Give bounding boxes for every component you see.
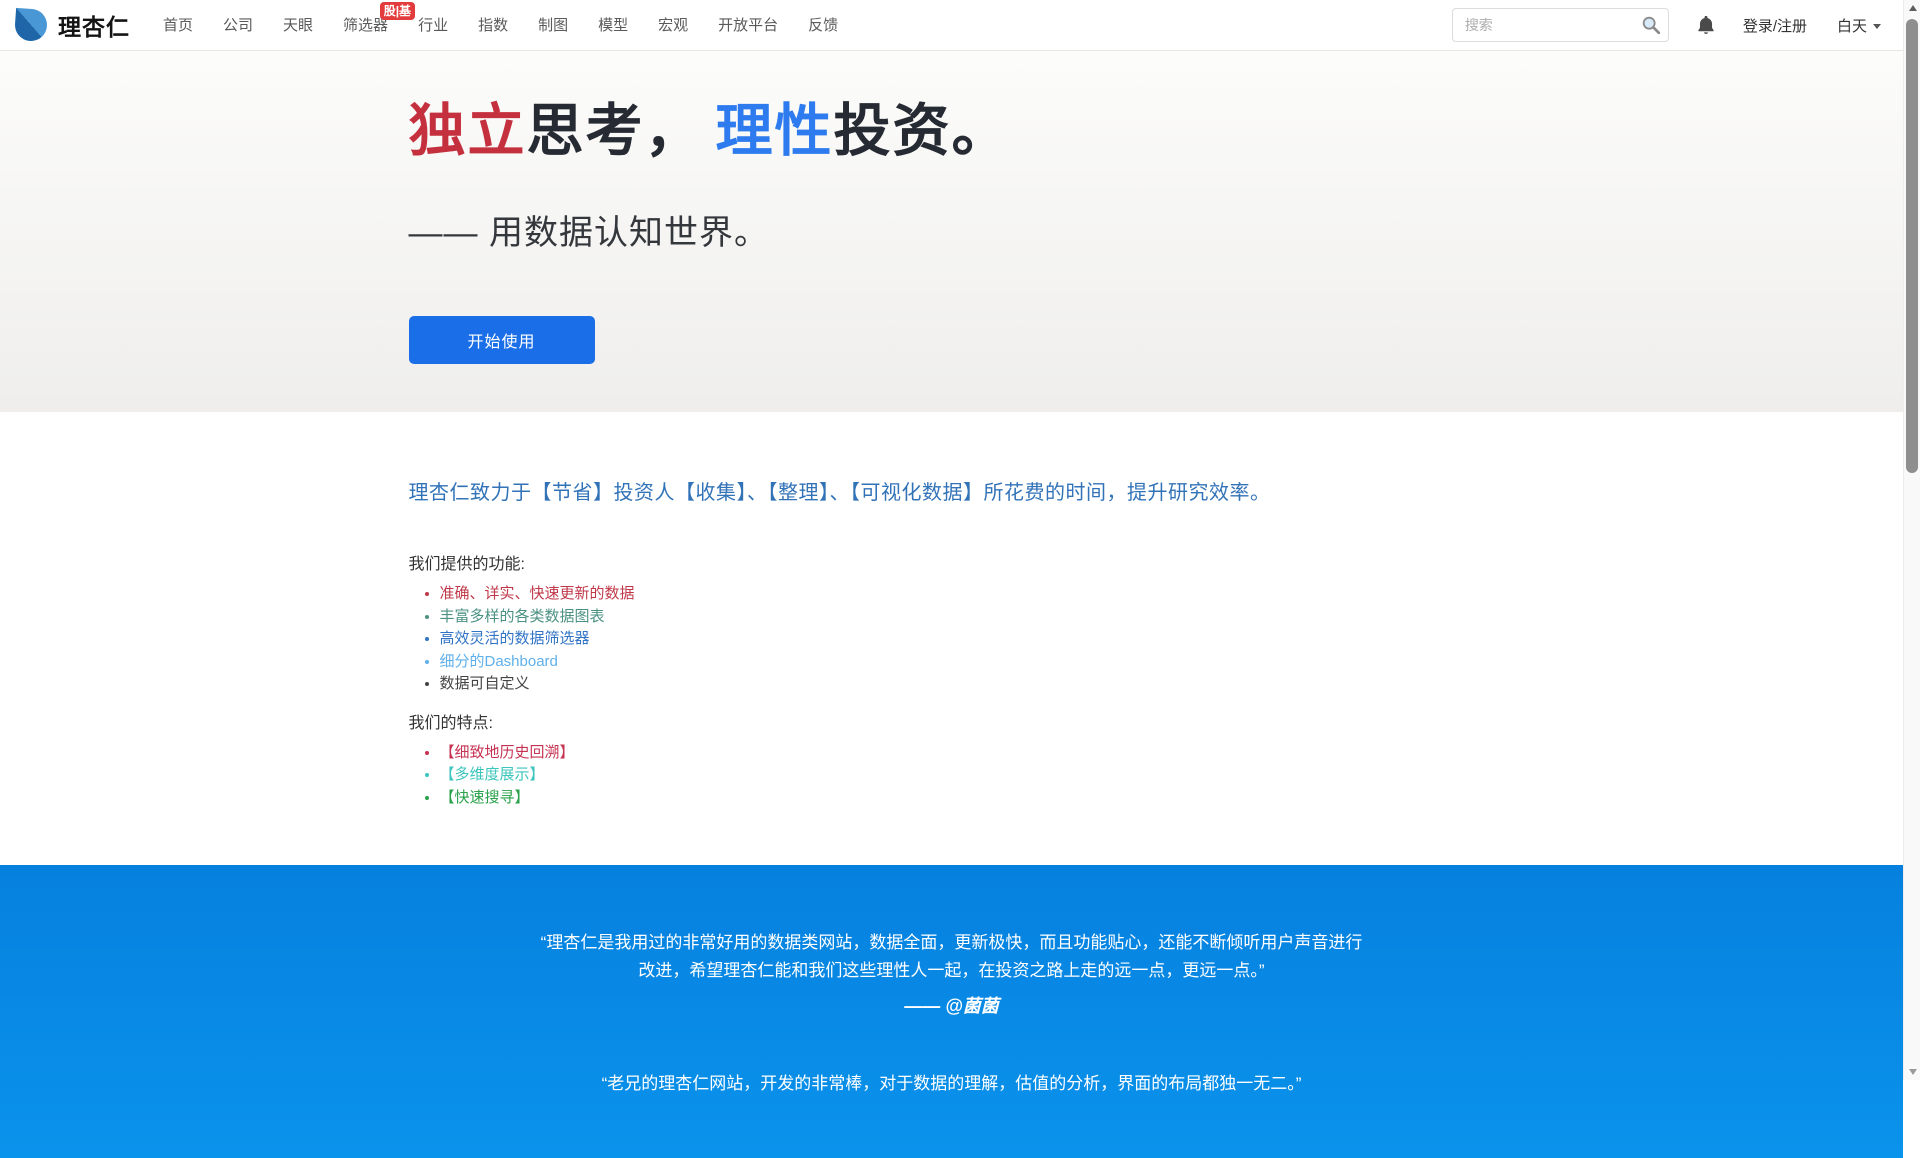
hero-section: 独立思考，理性投资。 —— 用数据认知世界。 开始使用 [0,51,1903,412]
intro-section: 理杏仁致力于【节省】投资人【收集】、【整理】、【可视化数据】所花费的时间，提升研… [0,412,1903,865]
nav-item[interactable]: 制图 [523,0,583,51]
hero-title-invest: 投资。 [834,99,1011,163]
search-box [1452,8,1669,42]
nav-item-label: 天眼 [283,17,313,34]
page: 理杏仁 首页 公司 天眼 股|基筛选器 行业 指数 制图 [0,0,1903,1158]
feature-item: 细分的Dashboard [440,651,1495,674]
testimonial-1-text: “理杏仁是我用过的非常好用的数据类网站，数据全面，更新极快，而且功能贴心，还能不… [541,929,1363,985]
search-input[interactable] [1452,8,1669,42]
feature-item: 高效灵活的数据筛选器 [440,628,1495,651]
theme-label: 白天 [1837,15,1867,36]
hero-title-think: 思考， [527,99,704,163]
nav-right: 登录/注册 白天 [1452,8,1893,42]
traits-heading: 我们的特点: [409,709,1495,733]
features-heading: 我们提供的功能: [409,550,1495,574]
feature-item: 数据可自定义 [440,673,1495,696]
intro-lead: 理杏仁致力于【节省】投资人【收集】、【整理】、【可视化数据】所花费的时间，提升研… [409,476,1495,505]
logo-leaf-icon [14,8,48,42]
hero-title-rational: 理性 [716,100,834,163]
nav-item-label: 模型 [598,17,628,34]
nav-item[interactable]: 行业 [403,0,463,51]
nav-item[interactable]: 天眼 [268,0,328,51]
get-started-button[interactable]: 开始使用 [409,316,595,364]
testimonial-1-author: —— @菌菌 [541,992,1363,1020]
nav-item[interactable]: 首页 [148,0,208,51]
nav-item[interactable]: 公司 [208,0,268,51]
search-icon[interactable] [1640,14,1662,36]
feature-item: 丰富多样的各类数据图表 [440,606,1495,629]
testimonial-2-text: “老兄的理杏仁网站，开发的非常棒，对于数据的理解，估值的分析，界面的布局都独一无… [541,1070,1363,1098]
features-list: 准确、详实、快速更新的数据 丰富多样的各类数据图表 高效灵活的数据筛选器 细分的… [409,583,1495,696]
scrollbar[interactable] [1903,0,1920,1080]
main-menu: 首页 公司 天眼 股|基筛选器 行业 指数 制图 模型 宏观 [148,0,853,50]
scrollbar-thumb[interactable] [1906,19,1918,473]
scrollbar-down-arrow[interactable] [1904,1063,1920,1080]
trait-item: 【快速搜寻】 [440,787,1495,810]
chevron-down-icon [1873,24,1881,29]
nav-item[interactable]: 股|基筛选器 [328,0,403,51]
hero-title: 独立思考，理性投资。 [409,51,1495,165]
nav-item[interactable]: 宏观 [643,0,703,51]
login-register-link[interactable]: 登录/注册 [1743,15,1807,36]
nav-item-label: 指数 [478,17,508,34]
testimonials-section: “理杏仁是我用过的非常好用的数据类网站，数据全面，更新极快，而且功能贴心，还能不… [0,865,1903,1158]
hero-subtitle: —— 用数据认知世界。 [409,205,1495,254]
testimonial-2: “老兄的理杏仁网站，开发的非常棒，对于数据的理解，估值的分析，界面的布局都独一无… [541,1070,1363,1098]
nav-item-label: 宏观 [658,17,688,34]
traits-list: 【细致地历史回溯】 【多维度展示】 【快速搜寻】 [409,742,1495,810]
nav-item[interactable]: 反馈 [793,0,853,51]
notifications-bell-icon[interactable] [1695,14,1717,36]
nav-left: 理杏仁 首页 公司 天眼 股|基筛选器 行业 指数 制图 [15,0,853,50]
trait-item: 【多维度展示】 [440,764,1495,787]
theme-toggle[interactable]: 白天 [1837,15,1881,36]
nav-item-label: 公司 [223,17,253,34]
nav-item-label: 开放平台 [718,17,778,34]
nav-item[interactable]: 模型 [583,0,643,51]
testimonial-1: “理杏仁是我用过的非常好用的数据类网站，数据全面，更新极快，而且功能贴心，还能不… [541,929,1363,1020]
nav-item[interactable]: 指数 [463,0,523,51]
hero-title-independent: 独立 [409,100,527,163]
feature-item: 准确、详实、快速更新的数据 [440,583,1495,606]
brand-name: 理杏仁 [58,8,130,42]
nav-item-label: 制图 [538,17,568,34]
trait-item: 【细致地历史回溯】 [440,742,1495,765]
nav-item[interactable]: 开放平台 [703,0,793,51]
scrollbar-up-arrow[interactable] [1904,0,1920,17]
logo[interactable]: 理杏仁 [15,8,130,42]
top-nav: 理杏仁 首页 公司 天眼 股|基筛选器 行业 指数 制图 [0,0,1903,51]
nav-item-label: 反馈 [808,17,838,34]
nav-item-label: 行业 [418,17,448,34]
nav-item-label: 首页 [163,17,193,34]
